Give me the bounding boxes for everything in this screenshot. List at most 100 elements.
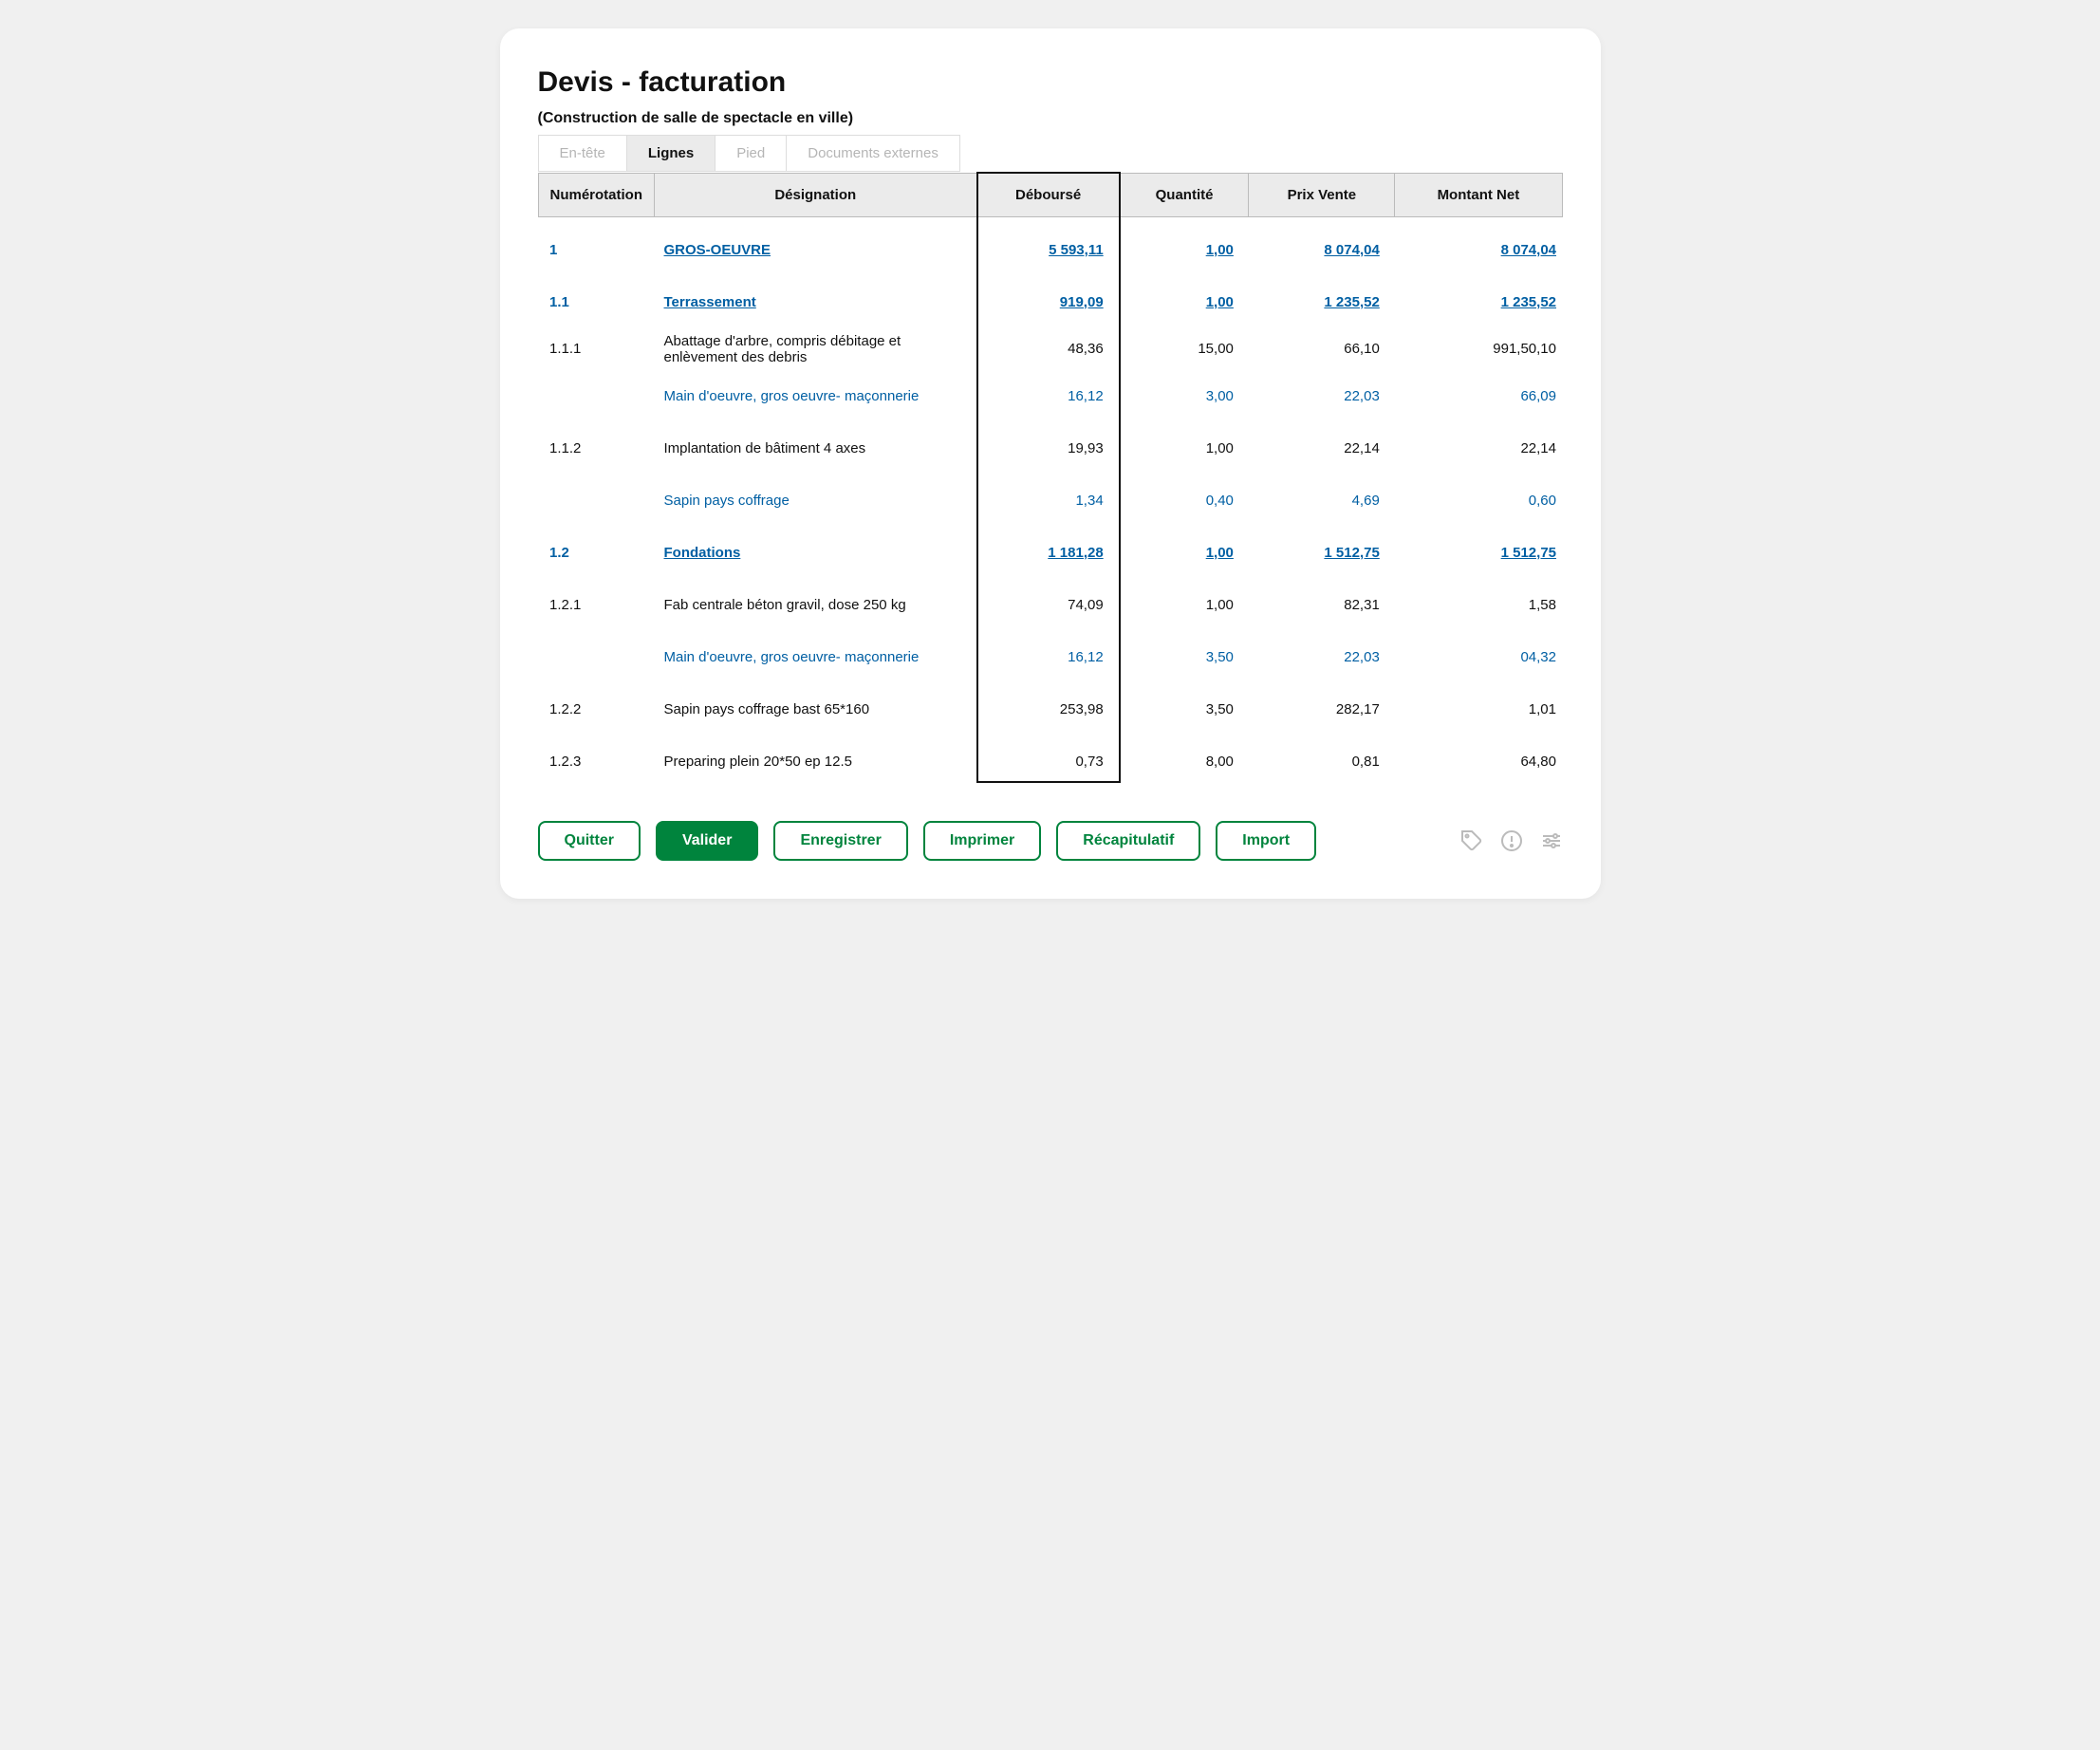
- cell-net: 04,32: [1395, 638, 1562, 677]
- cell-net: 991,50,10: [1395, 322, 1562, 377]
- cell-net: 22,14: [1395, 429, 1562, 468]
- cell-net: 1,58: [1395, 586, 1562, 624]
- cell-deb: 919,09: [977, 283, 1120, 322]
- cell-pv: 282,17: [1249, 690, 1395, 729]
- cell-net: 8 074,04: [1395, 231, 1562, 270]
- table-row[interactable]: 1.2.1 Fab centrale béton gravil, dose 25…: [538, 586, 1562, 624]
- cell-qte: 15,00: [1120, 322, 1249, 377]
- cell-des: Main d'oeuvre, gros oeuvre- maçonnerie: [655, 377, 977, 416]
- cell-num: 1: [538, 231, 655, 270]
- table-row[interactable]: Sapin pays coffrage 1,34 0,40 4,69 0,60: [538, 481, 1562, 520]
- cell-num: 1.1: [538, 283, 655, 322]
- cell-des: Abattage d'arbre, compris débitage et en…: [655, 322, 977, 377]
- table-row[interactable]: Main d'oeuvre, gros oeuvre- maçonnerie 1…: [538, 638, 1562, 677]
- cell-qte: 1,00: [1120, 586, 1249, 624]
- cell-qte: 0,40: [1120, 481, 1249, 520]
- cell-qte: 3,50: [1120, 638, 1249, 677]
- cell-deb: 19,93: [977, 429, 1120, 468]
- tab-lignes[interactable]: Lignes: [627, 136, 715, 171]
- cell-des: Sapin pays coffrage bast 65*160: [655, 690, 977, 729]
- page-subtitle: (Construction de salle de spectacle en v…: [538, 110, 1563, 127]
- cell-qte: 1,00: [1120, 429, 1249, 468]
- cell-qte: 3,50: [1120, 690, 1249, 729]
- cell-pv: 22,03: [1249, 638, 1395, 677]
- col-header-qte[interactable]: Quantité: [1120, 173, 1249, 217]
- tab-entete[interactable]: En-tête: [539, 136, 627, 171]
- valider-button[interactable]: Valider: [656, 821, 758, 861]
- tab-pied[interactable]: Pied: [715, 136, 787, 171]
- cell-num: 1.2.3: [538, 742, 655, 782]
- enregistrer-button[interactable]: Enregistrer: [773, 821, 907, 861]
- cell-num: 1.2.1: [538, 586, 655, 624]
- col-header-pv[interactable]: Prix Vente: [1249, 173, 1395, 217]
- cell-des: GROS-OEUVRE: [655, 231, 977, 270]
- col-header-deb[interactable]: Déboursé: [977, 173, 1120, 217]
- cell-num: 1.1.1: [538, 322, 655, 377]
- footer-icons: [1460, 829, 1563, 852]
- cell-des: Terrassement: [655, 283, 977, 322]
- tag-icon[interactable]: [1460, 829, 1483, 852]
- cell-num: [538, 377, 655, 416]
- cell-deb: 48,36: [977, 322, 1120, 377]
- app-window: Devis - facturation (Construction de sal…: [500, 28, 1601, 899]
- table-row[interactable]: 1.2.3 Preparing plein 20*50 ep 12.5 0,73…: [538, 742, 1562, 782]
- cell-num: [538, 638, 655, 677]
- cell-deb: 74,09: [977, 586, 1120, 624]
- cell-num: [538, 481, 655, 520]
- cell-net: 66,09: [1395, 377, 1562, 416]
- cell-num: 1.1.2: [538, 429, 655, 468]
- cell-des: Preparing plein 20*50 ep 12.5: [655, 742, 977, 782]
- sliders-icon[interactable]: [1540, 829, 1563, 852]
- table-row[interactable]: Main d'oeuvre, gros oeuvre- maçonnerie 1…: [538, 377, 1562, 416]
- cell-pv: 1 235,52: [1249, 283, 1395, 322]
- cell-pv: 82,31: [1249, 586, 1395, 624]
- cell-pv: 66,10: [1249, 322, 1395, 377]
- import-button[interactable]: Import: [1216, 821, 1316, 861]
- cell-net: 1 512,75: [1395, 533, 1562, 572]
- cell-qte: 3,00: [1120, 377, 1249, 416]
- cell-deb: 5 593,11: [977, 231, 1120, 270]
- tab-bar: En-tête Lignes Pied Documents externes: [538, 135, 960, 172]
- cell-net: 64,80: [1395, 742, 1562, 782]
- cell-net: 0,60: [1395, 481, 1562, 520]
- cell-net: 1,01: [1395, 690, 1562, 729]
- table-row[interactable]: 1.1 Terrassement 919,09 1,00 1 235,52 1 …: [538, 283, 1562, 322]
- alert-icon[interactable]: [1500, 829, 1523, 852]
- table-row[interactable]: 1.2.2 Sapin pays coffrage bast 65*160 25…: [538, 690, 1562, 729]
- cell-des: Implantation de bâtiment 4 axes: [655, 429, 977, 468]
- cell-pv: 1 512,75: [1249, 533, 1395, 572]
- cell-qte: 1,00: [1120, 231, 1249, 270]
- cell-des: Fondations: [655, 533, 977, 572]
- cell-num: 1.2: [538, 533, 655, 572]
- table-container: Numérotation Désignation Déboursé Quanti…: [538, 172, 1563, 783]
- imprimer-button[interactable]: Imprimer: [923, 821, 1041, 861]
- footer-bar: Quitter Valider Enregistrer Imprimer Réc…: [538, 821, 1563, 861]
- cell-des: Sapin pays coffrage: [655, 481, 977, 520]
- cell-pv: 8 074,04: [1249, 231, 1395, 270]
- page-title: Devis - facturation: [538, 66, 1563, 99]
- cell-deb: 1,34: [977, 481, 1120, 520]
- col-header-des[interactable]: Désignation: [655, 173, 977, 217]
- cell-pv: 22,14: [1249, 429, 1395, 468]
- cell-deb: 16,12: [977, 638, 1120, 677]
- cell-qte: 8,00: [1120, 742, 1249, 782]
- cell-qte: 1,00: [1120, 533, 1249, 572]
- col-header-num[interactable]: Numérotation: [538, 173, 655, 217]
- quitter-button[interactable]: Quitter: [538, 821, 641, 861]
- cell-pv: 22,03: [1249, 377, 1395, 416]
- table-row[interactable]: 1.1.2 Implantation de bâtiment 4 axes 19…: [538, 429, 1562, 468]
- cell-pv: 4,69: [1249, 481, 1395, 520]
- table-row[interactable]: 1 GROS-OEUVRE 5 593,11 1,00 8 074,04 8 0…: [538, 231, 1562, 270]
- tab-documents[interactable]: Documents externes: [787, 136, 959, 171]
- cell-des: Main d'oeuvre, gros oeuvre- maçonnerie: [655, 638, 977, 677]
- cell-qte: 1,00: [1120, 283, 1249, 322]
- cell-net: 1 235,52: [1395, 283, 1562, 322]
- recapitulatif-button[interactable]: Récapitulatif: [1056, 821, 1200, 861]
- table-row[interactable]: 1.2 Fondations 1 181,28 1,00 1 512,75 1 …: [538, 533, 1562, 572]
- col-header-net[interactable]: Montant Net: [1395, 173, 1562, 217]
- cell-deb: 16,12: [977, 377, 1120, 416]
- cell-deb: 1 181,28: [977, 533, 1120, 572]
- cell-des: Fab centrale béton gravil, dose 250 kg: [655, 586, 977, 624]
- table-row[interactable]: 1.1.1 Abattage d'arbre, compris débitage…: [538, 322, 1562, 377]
- cell-num: 1.2.2: [538, 690, 655, 729]
